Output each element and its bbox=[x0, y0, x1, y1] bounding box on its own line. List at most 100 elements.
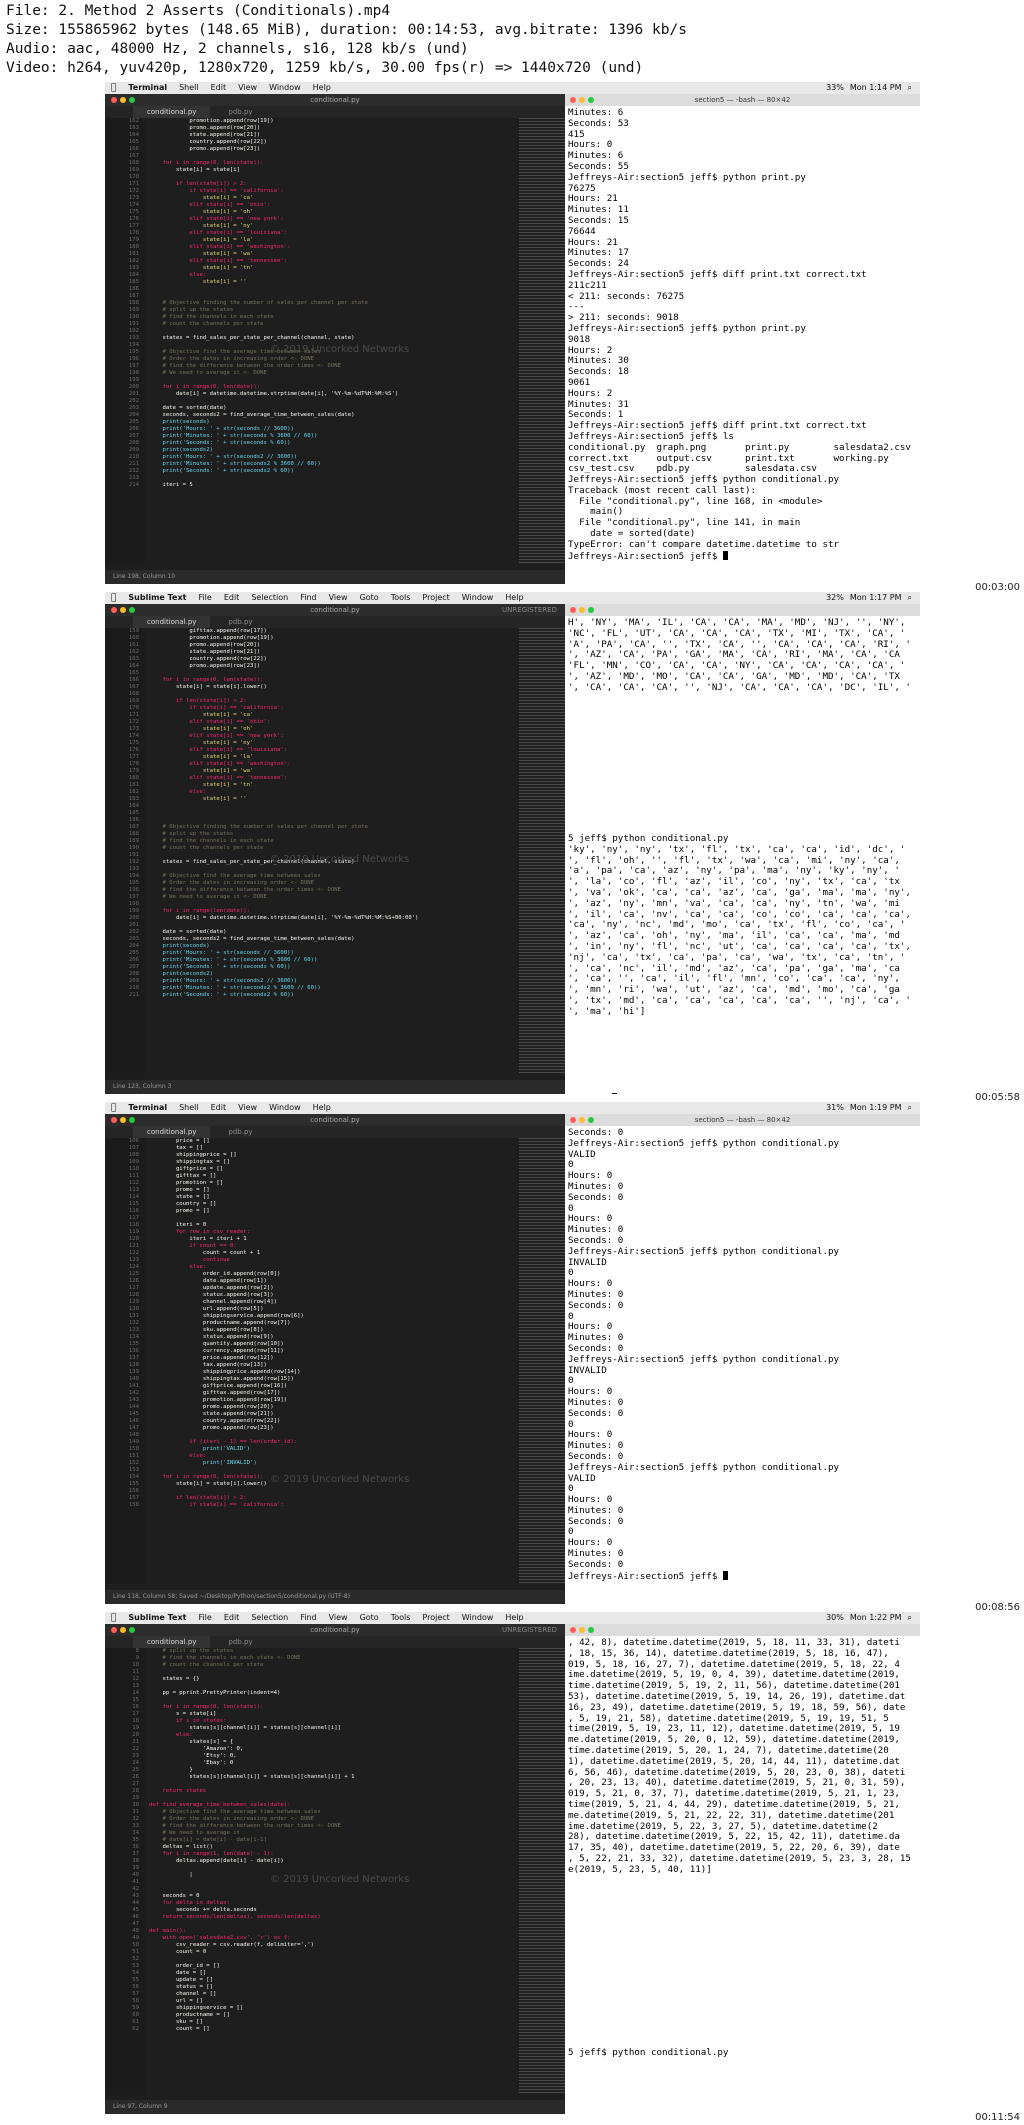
code-text: continue bbox=[149, 1257, 230, 1263]
menubar-app-name[interactable]: Sublime Text bbox=[128, 592, 186, 604]
editor-minimize-button[interactable] bbox=[120, 607, 126, 613]
terminal-maximize-button[interactable] bbox=[588, 97, 594, 103]
terminal-minimize-button[interactable] bbox=[579, 607, 585, 613]
terminal-close-button[interactable] bbox=[570, 607, 576, 613]
editor-tab[interactable]: conditional.py bbox=[133, 1126, 211, 1138]
line-number: 183 bbox=[128, 265, 139, 271]
editor-maximize-button[interactable] bbox=[129, 97, 135, 103]
code-area[interactable]: 8 # split up the states 9 # find the chan… bbox=[105, 1648, 565, 2094]
terminal-maximize-button[interactable] bbox=[588, 607, 594, 613]
editor-tab[interactable]: pdb.py bbox=[214, 106, 267, 118]
menubar-item[interactable]: Find bbox=[300, 1612, 316, 1624]
menubar-item[interactable]: File bbox=[198, 592, 211, 604]
code-text: country.append(row[22]) bbox=[149, 139, 267, 145]
terminal-minimize-button[interactable] bbox=[579, 1627, 585, 1633]
line-number: 193 bbox=[128, 866, 139, 872]
terminal-close-button[interactable] bbox=[570, 1627, 576, 1633]
editor-close-button[interactable] bbox=[111, 1627, 117, 1633]
menubar-item[interactable]: Tools bbox=[391, 1612, 411, 1624]
menubar-item[interactable]: View bbox=[329, 592, 348, 604]
editor-maximize-button[interactable] bbox=[129, 1627, 135, 1633]
terminal-minimize-button[interactable] bbox=[579, 97, 585, 103]
editor-tab[interactable]: conditional.py bbox=[133, 106, 211, 118]
menubar-item[interactable]: Edit bbox=[211, 82, 227, 94]
menubar-app-name[interactable]: Terminal bbox=[128, 1102, 167, 1114]
search-icon[interactable]: ⌕ bbox=[908, 592, 912, 604]
cursor-position: Line 123, Column 3 bbox=[113, 1083, 172, 1090]
editor-close-button[interactable] bbox=[111, 97, 117, 103]
terminal-window[interactable]: section5 — -bash — 80×42 Minutes: 6 Second… bbox=[565, 94, 920, 584]
apple-menu-icon[interactable]:  bbox=[111, 82, 116, 94]
menubar-item[interactable]: Project bbox=[422, 592, 449, 604]
terminal-close-button[interactable] bbox=[570, 97, 576, 103]
menubar-item[interactable]: Edit bbox=[211, 1102, 227, 1114]
editor-minimap[interactable] bbox=[519, 628, 565, 1074]
code-area[interactable]: 159 gifttax.append(row[17]) 160 promotion… bbox=[105, 628, 565, 1074]
menubar-item[interactable]: View bbox=[238, 1102, 257, 1114]
menubar-app-name[interactable]: Terminal bbox=[128, 82, 167, 94]
menubar-item[interactable]: Selection bbox=[251, 592, 288, 604]
menubar-item[interactable]: Help bbox=[505, 1612, 523, 1624]
code-line: 174 elif state[i] == 'new york': bbox=[105, 733, 565, 740]
editor-minimap[interactable] bbox=[519, 118, 565, 564]
menubar-item[interactable]: Window bbox=[462, 1612, 494, 1624]
menubar-item[interactable]: File bbox=[198, 1612, 211, 1624]
apple-menu-icon[interactable]:  bbox=[111, 592, 116, 604]
editor-minimize-button[interactable] bbox=[120, 1117, 126, 1123]
terminal-maximize-button[interactable] bbox=[588, 1117, 594, 1123]
menubar-item[interactable]: Find bbox=[300, 592, 316, 604]
editor-close-button[interactable] bbox=[111, 607, 117, 613]
terminal-line: Seconds: 15 bbox=[568, 215, 629, 226]
menubar-item[interactable]: Project bbox=[422, 1612, 449, 1624]
menubar-item[interactable]: View bbox=[238, 82, 257, 94]
editor-tab[interactable]: conditional.py bbox=[133, 1636, 211, 1648]
code-text: if (iteri - 1) == len(order_id): bbox=[149, 1439, 298, 1445]
search-icon[interactable]: ⌕ bbox=[908, 1102, 912, 1114]
terminal-window[interactable]: H', 'NY', 'MA', 'IL', 'CA', 'CA', 'MA', … bbox=[565, 604, 920, 1094]
editor-minimize-button[interactable] bbox=[120, 1627, 126, 1633]
menubar-item[interactable]: Help bbox=[313, 1102, 331, 1114]
menubar-item[interactable]: Edit bbox=[224, 592, 240, 604]
editor-maximize-button[interactable] bbox=[129, 1117, 135, 1123]
search-icon[interactable]: ⌕ bbox=[908, 82, 912, 94]
editor-minimap[interactable] bbox=[519, 1138, 565, 1584]
menubar-item[interactable]: Shell bbox=[179, 1102, 199, 1114]
menubar-item[interactable]: Window bbox=[269, 82, 301, 94]
terminal-close-button[interactable] bbox=[570, 1117, 576, 1123]
apple-menu-icon[interactable]:  bbox=[111, 1102, 116, 1114]
menubar-item[interactable]: Tools bbox=[391, 592, 411, 604]
terminal-window[interactable]: section5 — -bash — 80×42 Seconds: 0 Jeffre… bbox=[565, 1114, 920, 1604]
line-number: 107 bbox=[128, 1145, 139, 1151]
menubar-item[interactable]: Help bbox=[313, 82, 331, 94]
menubar-item[interactable]: Help bbox=[505, 592, 523, 604]
menubar-item[interactable]: Edit bbox=[224, 1612, 240, 1624]
terminal-maximize-button[interactable] bbox=[588, 1627, 594, 1633]
editor-minimize-button[interactable] bbox=[120, 97, 126, 103]
terminal-line: VALID bbox=[568, 1149, 596, 1160]
menubar-item[interactable]: Goto bbox=[360, 592, 379, 604]
code-area[interactable]: 106 price = [] 107 tax = [] 108 shippingpr… bbox=[105, 1138, 565, 1584]
menubar-item[interactable]: Selection bbox=[251, 1612, 288, 1624]
apple-menu-icon[interactable]:  bbox=[111, 1612, 116, 1624]
code-text: for delta in deltas: bbox=[149, 1900, 230, 1906]
line-number: 144 bbox=[128, 1404, 139, 1410]
menubar-item[interactable]: Goto bbox=[360, 1612, 379, 1624]
editor-tab[interactable]: conditional.py bbox=[133, 616, 211, 628]
editor-maximize-button[interactable] bbox=[129, 607, 135, 613]
menubar-item[interactable]: Window bbox=[462, 592, 494, 604]
code-area[interactable]: 162 promotion.append(row[19]) 163 promo.a… bbox=[105, 118, 565, 564]
editor-tab[interactable]: pdb.py bbox=[214, 1636, 267, 1648]
editor-close-button[interactable] bbox=[111, 1117, 117, 1123]
terminal-window[interactable]: , 42, 8), datetime.datetime(2019, 5, 18,… bbox=[565, 1624, 920, 2114]
menubar-item[interactable]: View bbox=[329, 1612, 348, 1624]
editor-tab[interactable]: pdb.py bbox=[214, 616, 267, 628]
menubar-item[interactable]: Window bbox=[269, 1102, 301, 1114]
search-icon[interactable]: ⌕ bbox=[908, 1612, 912, 1624]
editor-minimap[interactable] bbox=[519, 1648, 565, 2094]
menubar-app-name[interactable]: Sublime Text bbox=[128, 1612, 186, 1624]
menubar-item[interactable]: Shell bbox=[179, 82, 199, 94]
terminal-minimize-button[interactable] bbox=[579, 1117, 585, 1123]
editor-tab[interactable]: pdb.py bbox=[214, 1126, 267, 1138]
